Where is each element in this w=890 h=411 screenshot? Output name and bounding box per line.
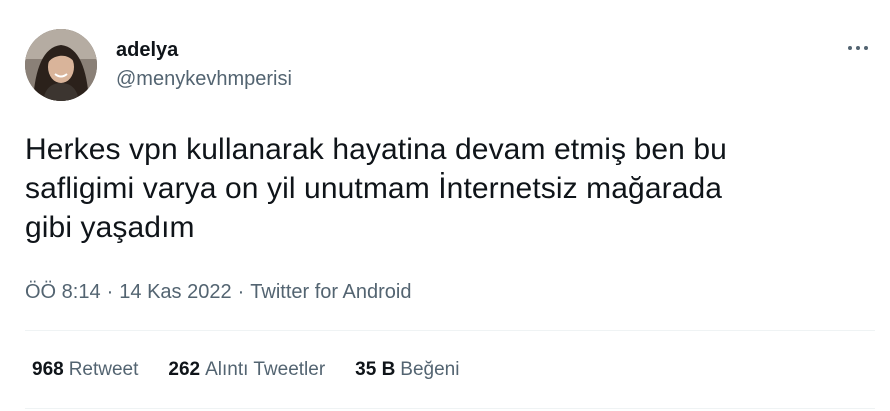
tweet-stats: 968 Retweet 262 Alıntı Tweetler 35 B Beğeni [32,357,489,383]
tweet-date[interactable]: 14 Kas 2022 [119,281,231,303]
tweet-text: Herkes vpn kullanarak hayatina devam etm… [25,130,865,247]
avatar[interactable] [25,29,97,101]
likes-count: 35 B [355,359,396,380]
tweet-time[interactable]: ÖÖ 8:14 [25,281,101,303]
more-horizontal-icon [848,46,868,50]
meta-separator: · [106,281,114,303]
tweet-meta: ÖÖ 8:14 · 14 Kas 2022 · Twitter for Android [25,279,411,305]
retweets-count: 968 [32,359,64,380]
tweet-source[interactable]: Twitter for Android [250,281,411,303]
divider [25,330,875,331]
divider [25,408,875,409]
tweet-card: adelya @menykevhmperisi Herkes vpn kulla… [0,0,890,411]
quotes-stat[interactable]: 262 Alıntı Tweetler [168,357,325,383]
tweet-text-line: gibi yaşadım [25,211,195,244]
retweets-stat[interactable]: 968 Retweet [32,357,138,383]
quotes-count: 262 [168,359,201,380]
tweet-text-line: safligimi varya on yil unutmam İnternets… [25,172,723,205]
tweet-text-line: Herkes vpn kullanarak hayatina devam etm… [25,133,727,166]
retweets-label: Retweet [68,359,139,380]
author-name[interactable]: adelya [116,38,178,62]
quotes-label: Alıntı Tweetler [205,359,326,380]
author-handle[interactable]: @menykevhmperisi [116,67,292,91]
more-options-button[interactable] [843,38,873,58]
meta-separator: · [237,281,245,303]
likes-label: Beğeni [400,359,460,380]
likes-stat[interactable]: 35 B Beğeni [355,357,459,383]
